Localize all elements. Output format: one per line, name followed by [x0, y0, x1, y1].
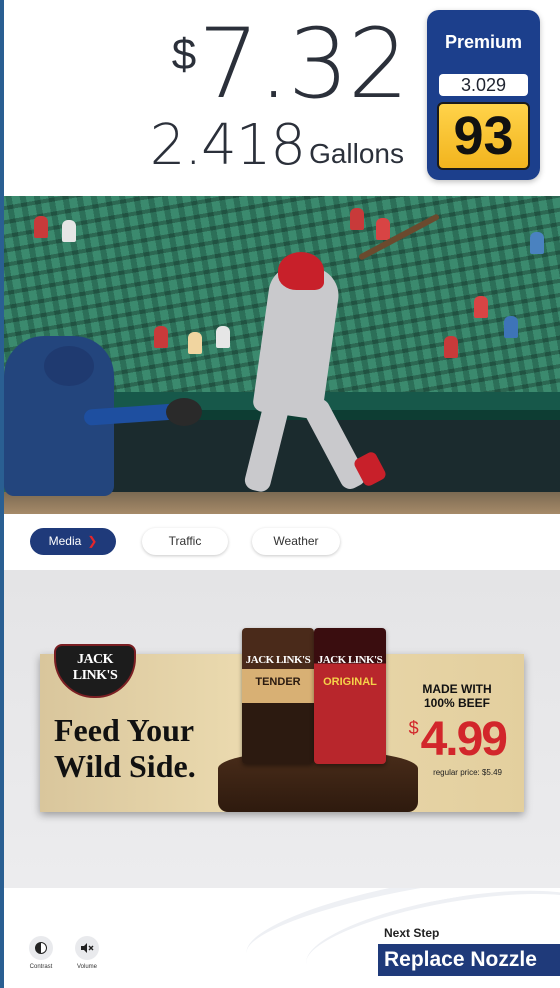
volume-button[interactable] — [75, 936, 99, 960]
transaction-header: $ 7.32 2.418 Gallons Premium 3.029 93 — [4, 0, 560, 196]
video-batter-helmet — [278, 252, 324, 290]
grade-name: Premium — [444, 32, 523, 52]
volume-control[interactable]: Volume — [72, 936, 102, 970]
video-fan — [216, 326, 230, 348]
video-fan — [34, 216, 48, 238]
media-tabs: Media ❯ Traffic Weather — [4, 514, 560, 570]
video-fan — [350, 208, 364, 230]
currency-symbol: $ — [171, 30, 197, 79]
tab-weather[interactable]: Weather — [252, 528, 340, 555]
ad-bag-tender: JACK LINK'S TENDER — [242, 628, 314, 764]
fuel-grade-card: Premium 3.029 93 — [427, 10, 540, 180]
ad-bag-flavor: ORIGINAL — [323, 676, 377, 688]
chevron-down-icon: ❯ — [87, 534, 98, 548]
replace-nozzle-button[interactable]: Replace Nozzle — [378, 944, 560, 976]
tab-traffic[interactable]: Traffic — [142, 528, 228, 555]
gallons-unit: Gallons — [309, 138, 404, 169]
ad-headline: Feed Your Wild Side. — [54, 712, 196, 784]
contrast-button[interactable] — [29, 936, 53, 960]
ad-brand-logo: JACK LINK'S — [54, 644, 136, 698]
video-fan — [504, 316, 518, 338]
video-fan — [474, 296, 488, 318]
ad-price-value: 4.99 — [420, 713, 508, 766]
video-fan — [62, 220, 76, 242]
ad-area: JACK LINK'S Feed Your Wild Side. JACK LI… — [4, 570, 560, 888]
video-fan — [154, 326, 168, 348]
ad-bag-brand: JACK LINK'S — [317, 654, 383, 666]
grade-price-per-gallon: 3.029 — [439, 74, 528, 96]
volume-label: Volume — [76, 964, 97, 970]
video-mitt — [166, 398, 202, 426]
gallons-value: 2.418 — [149, 113, 306, 178]
ad-logo-text: JACK LINK'S — [72, 652, 118, 683]
video-fan — [188, 332, 202, 354]
volume-mute-icon — [81, 943, 94, 953]
ad-price-symbol: $ — [408, 718, 419, 738]
contrast-label: Contrast — [29, 964, 53, 970]
tab-media-label: Media — [48, 534, 82, 548]
video-fan — [530, 232, 544, 254]
video-fan — [444, 336, 458, 358]
video-fan — [376, 218, 390, 240]
ad-regular-price: regular price: $5.49 — [433, 768, 502, 777]
gallons-readout: 2.418 Gallons — [150, 118, 404, 174]
media-video — [4, 196, 560, 514]
tab-media[interactable]: Media ❯ — [30, 528, 116, 555]
grade-octane: 93 — [437, 102, 530, 170]
next-step-label: Next Step — [384, 926, 440, 940]
sale-price: $ 7.32 — [171, 8, 409, 120]
ad-bag-flavor: TENDER — [255, 676, 301, 688]
ad-bag-original: JACK LINK'S ORIGINAL — [314, 628, 386, 764]
contrast-icon — [35, 942, 47, 954]
price-value: 7.32 — [198, 8, 409, 120]
ad-bag-brand: JACK LINK'S — [245, 654, 311, 666]
ad-made-with: MADE WITH 100% BEEF — [422, 682, 492, 710]
ad-price: $ 4.99 — [408, 712, 508, 767]
contrast-control[interactable]: Contrast — [26, 936, 56, 970]
footer: Contrast Volume Next Step Replace Nozzle — [4, 888, 560, 988]
video-catcher-helmet — [44, 346, 94, 386]
ad-banner[interactable]: JACK LINK'S Feed Your Wild Side. JACK LI… — [40, 628, 524, 812]
